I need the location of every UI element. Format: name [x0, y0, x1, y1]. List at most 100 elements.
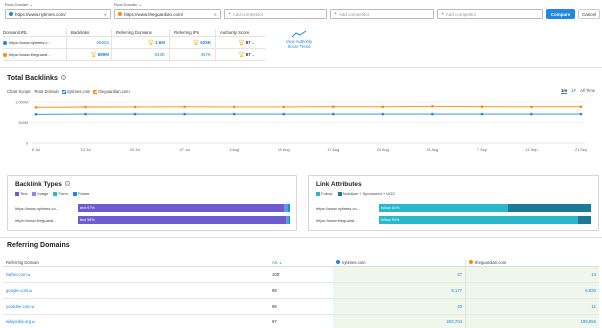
legend-swatch: [15, 191, 19, 196]
nytimes-value[interactable]: 40: [333, 299, 465, 314]
data-point[interactable]: [381, 112, 385, 116]
data-point[interactable]: [431, 105, 434, 108]
series-line: [35, 105, 582, 108]
nytimes-value[interactable]: 37: [333, 267, 465, 282]
data-point[interactable]: [84, 112, 87, 116]
data-point[interactable]: [232, 105, 236, 109]
bar-segment[interactable]: [578, 216, 591, 224]
data-point[interactable]: [34, 113, 38, 116]
nytimes-value[interactable]: 9,177: [333, 283, 465, 298]
tab-all-time[interactable]: All Time: [580, 88, 595, 94]
header-as[interactable]: AS ⇣: [271, 260, 333, 265]
theguardian-value[interactable]: 11: [465, 299, 599, 314]
cancel-button[interactable]: Cancel: [578, 9, 600, 19]
referring-domain-link[interactable]: twitter.com: [6, 272, 27, 277]
legend-nytimes[interactable]: nytimes.com: [61, 89, 90, 94]
chevron-down-icon[interactable]: ⌄: [252, 40, 255, 45]
data-point[interactable]: [282, 112, 286, 116]
domain1-scope-select[interactable]: Root Domain ⌄: [5, 2, 111, 8]
chart-scope: Chart Scope: Root Domain nytimes.com the…: [7, 89, 130, 94]
domain1-input[interactable]: https://www.nytimes.com/ ✕: [5, 9, 111, 19]
data-point[interactable]: [282, 105, 286, 109]
bar-segment[interactable]: [379, 216, 579, 224]
chevron-down-icon[interactable]: ⌄: [252, 52, 255, 57]
backlink-types-title-text: Backlink Types: [15, 181, 62, 188]
trophy-icon: 🏆︎: [90, 51, 97, 58]
x-tick-label: 7 Sep: [477, 148, 487, 152]
data-point[interactable]: [579, 105, 583, 109]
theguardian-dot: [3, 52, 7, 57]
data-point[interactable]: [480, 112, 484, 116]
data-point[interactable]: [183, 105, 186, 109]
authority-value[interactable]: 87: [246, 52, 251, 57]
data-point[interactable]: [183, 112, 186, 116]
theguardian-value[interactable]: 199,656: [465, 315, 599, 328]
ref-domains-value[interactable]: 1.6M: [155, 40, 165, 45]
ref-ips-value[interactable]: 625K: [200, 40, 211, 45]
ref-ips-value[interactable]: 457K: [200, 52, 211, 57]
summary-row: https://www.nytimes.c... 69603 🏆︎ 1.6M 🏆︎…: [3, 37, 266, 49]
data-point[interactable]: [530, 112, 533, 116]
data-point[interactable]: [133, 112, 137, 116]
stacked-bar[interactable]: follow 61%: [379, 204, 591, 212]
backlinks-value[interactable]: 889M: [98, 52, 109, 57]
external-link-icon[interactable]: ⧉: [32, 320, 35, 324]
data-point[interactable]: [34, 106, 38, 109]
stacked-bar[interactable]: text 98%: [78, 216, 290, 224]
data-point[interactable]: [480, 105, 484, 109]
legend-label: Nofollow + Sponsored + UGC: [342, 191, 396, 196]
tab-1m[interactable]: 1m: [561, 88, 568, 94]
data-point[interactable]: [431, 112, 434, 116]
bar-segment[interactable]: [78, 216, 286, 224]
external-link-icon[interactable]: ⧉: [32, 305, 35, 309]
data-point[interactable]: [530, 105, 533, 109]
referring-domain-link[interactable]: wikipedia.org: [6, 319, 31, 324]
info-icon[interactable]: i: [64, 181, 70, 186]
theguardian-value[interactable]: 6,830: [465, 283, 599, 298]
info-icon[interactable]: i: [60, 75, 66, 80]
trend-link-label: View Authority Score Trend: [285, 39, 313, 49]
bar-segment[interactable]: [287, 204, 290, 212]
data-point[interactable]: [331, 112, 335, 116]
data-point[interactable]: [579, 112, 583, 116]
data-point[interactable]: [84, 105, 87, 109]
legend-follow: Follow: [316, 191, 333, 196]
chart-scope-select[interactable]: Root Domain: [34, 89, 58, 94]
domain2-group: Root Domain ⌄ https://www.theguardian.co…: [114, 2, 221, 19]
legend-theguardian[interactable]: theguardian.com: [93, 89, 130, 94]
data-point[interactable]: [232, 112, 236, 116]
data-point[interactable]: [331, 105, 335, 109]
bar-segment[interactable]: [78, 204, 284, 212]
add-competitor-input-3[interactable]: + Add competitor: [437, 9, 543, 19]
add-competitor-input-1[interactable]: + Add competitor: [224, 9, 327, 19]
theguardian-value[interactable]: 14: [465, 267, 599, 282]
domain2-scope-select[interactable]: Root Domain ⌄: [114, 2, 221, 8]
add-competitor-input-2[interactable]: + Add competitor: [330, 9, 434, 19]
table-row: twitter.com ⧉ 100 37 14: [3, 267, 599, 283]
tab-1y[interactable]: 1Y: [571, 88, 576, 94]
nytimes-value[interactable]: 203,704: [333, 315, 465, 328]
data-point[interactable]: [133, 105, 137, 109]
y-tick-label: 1 000M: [15, 101, 28, 105]
authority-value[interactable]: 87: [246, 40, 251, 45]
compare-button[interactable]: Compare: [546, 9, 575, 19]
view-authority-trend-link[interactable]: View Authority Score Trend: [281, 30, 317, 49]
backlinks-value[interactable]: 69603: [96, 40, 109, 45]
stacked-bar[interactable]: follow 94%: [379, 216, 591, 224]
y-tick-label: 0: [26, 142, 28, 146]
ref-domains-value[interactable]: 843K: [154, 52, 165, 57]
bar-segment[interactable]: [508, 204, 591, 212]
data-point[interactable]: [381, 105, 385, 109]
domain2-input[interactable]: https://www.theguardian.com/ ✕: [114, 9, 221, 19]
bar-segment[interactable]: [288, 216, 290, 224]
clear-icon[interactable]: ✕: [104, 12, 107, 17]
external-link-icon[interactable]: ⧉: [29, 289, 32, 293]
referring-domain-link[interactable]: youtube.com: [6, 304, 31, 309]
clear-icon[interactable]: ✕: [214, 12, 217, 17]
external-link-icon[interactable]: ⧉: [28, 273, 31, 277]
stacked-bar[interactable]: text 97%: [78, 204, 290, 212]
row-domain: https://www.theguardi...: [15, 217, 57, 223]
legend-swatch: [53, 191, 58, 196]
y-tick-label: 500M: [19, 121, 29, 125]
referring-domain-link[interactable]: google.com: [6, 288, 28, 293]
